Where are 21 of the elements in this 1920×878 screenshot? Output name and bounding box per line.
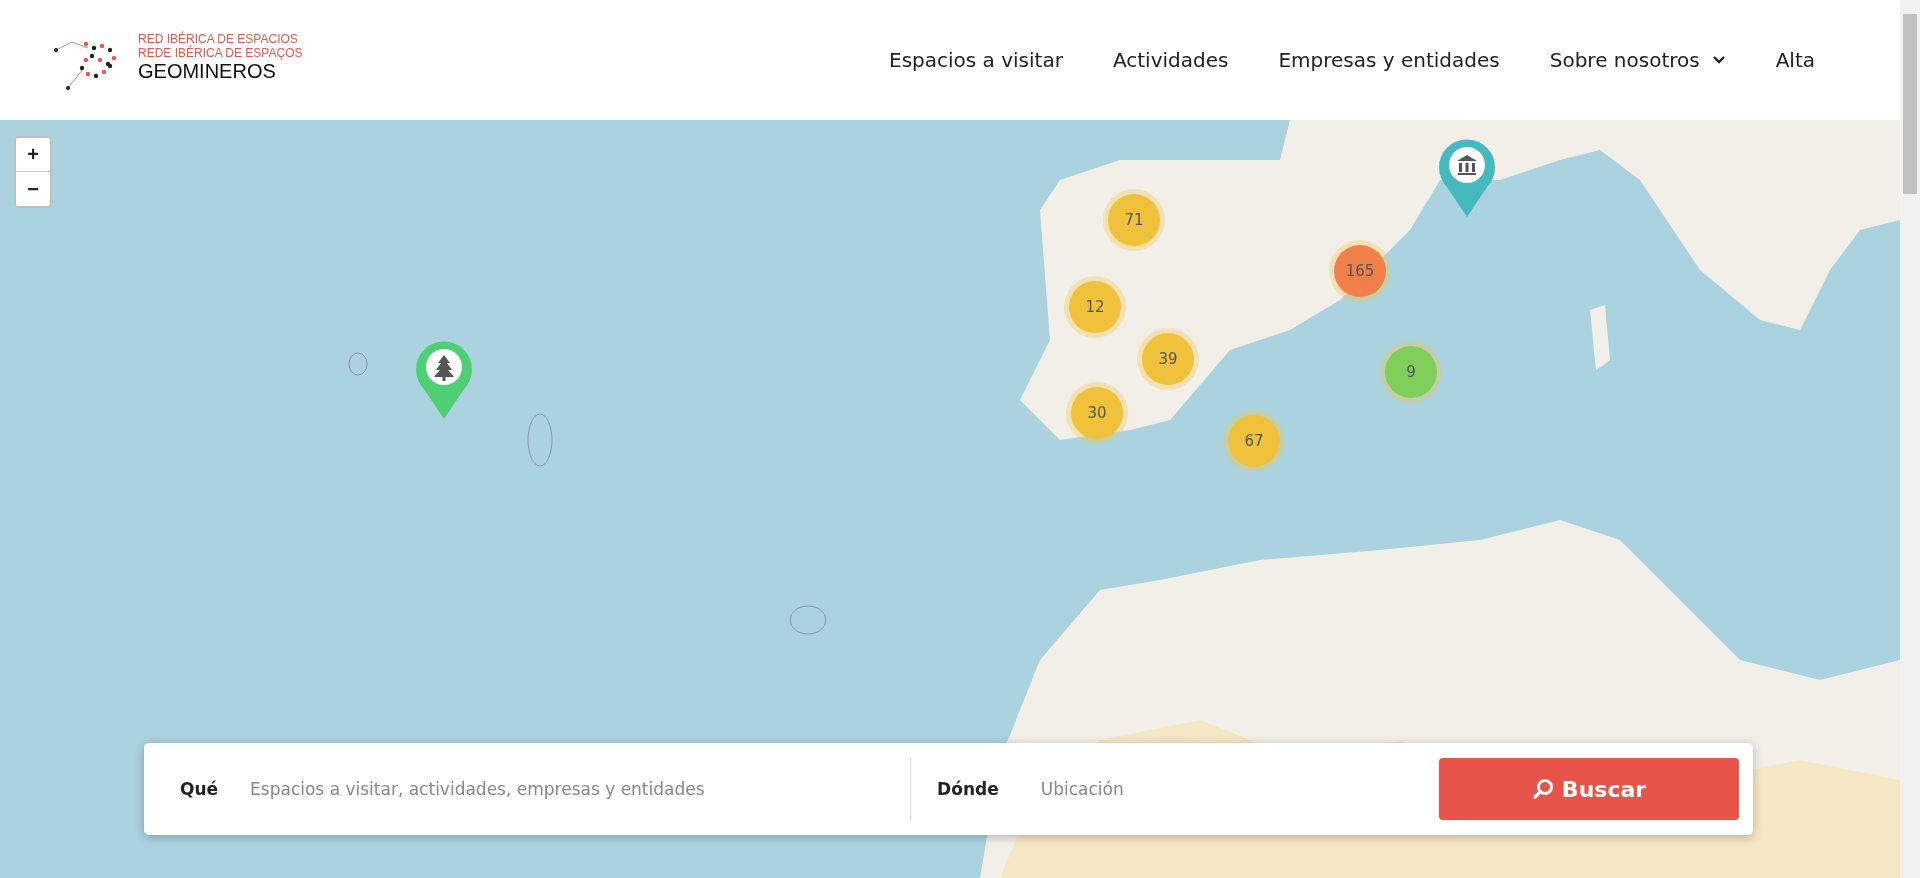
nav-link[interactable]: Alta (1775, 48, 1815, 72)
nav-link[interactable]: Espacios a visitar (889, 48, 1063, 72)
logo-subtitle: REDE IBÉRICA DE ESPAÇOS (138, 46, 303, 60)
zoom-in-button[interactable]: + (16, 138, 50, 172)
location-label: Dónde (937, 779, 999, 799)
logo-name: GEOMINEROS (138, 60, 277, 82)
nav-link[interactable]: Sobre nosotros (1549, 48, 1726, 72)
cluster-marker[interactable]: 9 (1385, 346, 1437, 398)
cluster-marker[interactable]: 67 (1228, 415, 1280, 467)
search-button[interactable]: Buscar (1439, 758, 1739, 820)
scrollbar[interactable] (1900, 0, 1920, 878)
nav-link[interactable]: Actividades (1112, 48, 1229, 72)
logo-subtitle: RED IBÉRICA DE ESPACIOS (138, 32, 299, 46)
scrollbar-thumb[interactable] (1903, 14, 1917, 194)
nav-link[interactable]: Empresas y entidades (1278, 48, 1500, 72)
location-input[interactable]: Ubicación (1038, 768, 1439, 810)
search-label: Qué (180, 779, 219, 799)
map-area[interactable]: + − 71 165 12 39 9 30 67 Qué Espacios a visitar, actividades, empresas y entidades Dónde Ubicación Buscar (0, 120, 1900, 878)
search-input[interactable]: Espacios a visitar, actividades, empresas y entidades (248, 768, 893, 810)
chevron-down-icon (1711, 55, 1726, 65)
search-icon (1531, 778, 1554, 800)
